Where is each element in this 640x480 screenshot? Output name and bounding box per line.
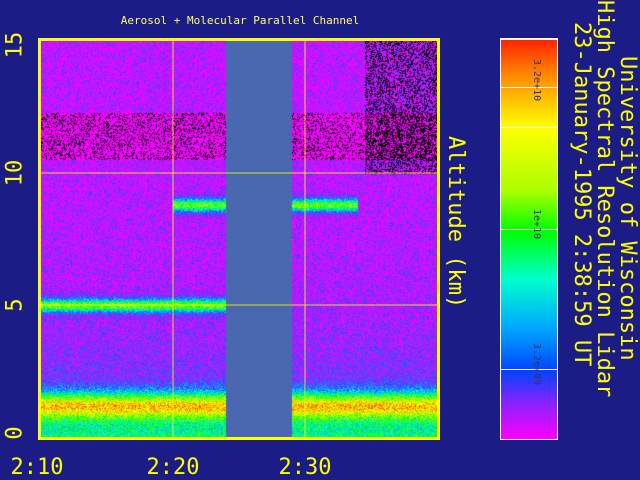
y-tick-label: 15 <box>3 32 28 59</box>
side-title-university: University of Wisconsin <box>615 56 640 361</box>
colorbar-tick-line <box>501 39 557 40</box>
colorbar-label-low: 3.2e+09 <box>531 343 542 386</box>
colorbar-tick-line <box>501 229 557 230</box>
colorbar-label-high: 3.2e+10 <box>531 59 542 102</box>
colorbar-label-mid: 1e+10 <box>531 209 542 240</box>
y-tick-label: 5 <box>3 298 28 311</box>
x-tick-label: 2:20 <box>147 455 200 480</box>
side-title-datetime: 23-January-1995 2:38:59 UT <box>569 22 594 367</box>
side-title-instrument: High Spectral Resolution Lidar <box>592 0 617 398</box>
colorbar-tick-line <box>501 369 557 370</box>
x-tick-label: 2:30 <box>279 455 332 480</box>
colorbar-tick-line <box>501 127 557 128</box>
colorbar-tick-line <box>501 87 557 88</box>
y-axis-label: Altitude (km) <box>443 136 468 309</box>
y-tick-label: 0 <box>3 426 28 439</box>
y-tick-label: 10 <box>3 160 28 187</box>
x-tick-label: 2:10 <box>11 455 64 480</box>
colorbar: 3.2e+10 1e+10 3.2e+09 <box>500 38 558 440</box>
